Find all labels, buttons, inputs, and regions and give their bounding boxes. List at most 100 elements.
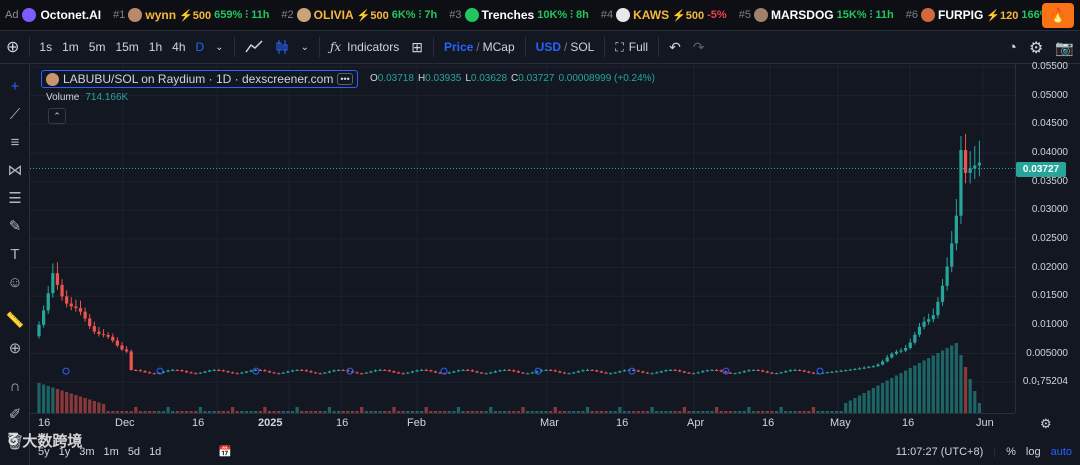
time-tick-label: Feb xyxy=(407,417,426,429)
zoom-in-icon[interactable]: ⊕ xyxy=(5,338,25,358)
candle-body xyxy=(705,370,710,372)
crosshair-icon[interactable]: + xyxy=(5,76,25,96)
candle-body xyxy=(977,162,982,166)
price-tick-label: 0.0₁75204 xyxy=(1022,376,1068,388)
settings-gear-icon[interactable]: ⚙ xyxy=(1023,31,1049,64)
candle-body xyxy=(899,350,903,352)
ticker-item[interactable]: #5 MARSDOG 15K% ⫶ 11h xyxy=(739,8,894,22)
interval-1m[interactable]: 1m xyxy=(57,31,84,64)
lock-drawings-icon[interactable]: ✐ xyxy=(5,404,25,424)
price-scale[interactable]: 0.05500 0.05000 0.04500 0.04000 0.03500 0.030… xyxy=(1015,61,1080,413)
event-marker[interactable] xyxy=(62,367,70,375)
mcap-option[interactable]: MCap xyxy=(483,40,515,54)
candle-body xyxy=(673,369,677,371)
price-tick-label: 0.05000 xyxy=(1031,89,1068,101)
candle-body xyxy=(364,372,368,374)
interval-1h[interactable]: 1h xyxy=(144,31,167,64)
volume-bar xyxy=(922,360,926,413)
event-marker[interactable] xyxy=(440,367,448,375)
redo-icon[interactable]: ↷ xyxy=(687,31,711,64)
trend-line-icon[interactable]: ⟋ xyxy=(5,104,25,124)
event-marker[interactable] xyxy=(816,367,824,375)
range-1d[interactable]: 1d xyxy=(149,446,161,458)
price-tick-label: 0.01500 xyxy=(1031,290,1068,302)
price-option[interactable]: Price xyxy=(444,40,473,54)
quick-search-icon[interactable]: ◔ xyxy=(1002,31,1023,64)
ticker-rank: #4 xyxy=(600,9,614,21)
price-mcap-toggle[interactable]: Price / MCap xyxy=(438,31,521,64)
price-tick-label: 0.05500 xyxy=(1031,61,1068,72)
auto-scale-toggle[interactable]: auto xyxy=(1051,446,1072,458)
ticker-item[interactable]: #4 KAWS ⚡500 -5% xyxy=(601,8,727,22)
volume-bar xyxy=(848,400,852,413)
usd-option[interactable]: USD xyxy=(536,40,561,54)
volume-bar xyxy=(968,379,972,413)
event-marker[interactable] xyxy=(628,367,636,375)
percent-scale-toggle[interactable]: % xyxy=(1006,446,1016,458)
ticker-rank: #5 xyxy=(738,9,751,21)
add-symbol-button[interactable]: ⊕ xyxy=(0,31,25,64)
divider xyxy=(233,37,235,57)
horizontal-lines-icon[interactable]: ≡ xyxy=(5,132,25,152)
candle-body xyxy=(240,372,244,374)
candle-body xyxy=(327,371,332,373)
chart-type-dropdown-chevron-icon[interactable]: ⌄ xyxy=(295,31,315,64)
candle-body xyxy=(341,369,345,371)
symbol-legend[interactable]: LABUBU/SOL on Raydium · 1D · dexscreener… xyxy=(41,70,358,88)
indicators-button[interactable]: ƒx Indicators xyxy=(324,31,405,64)
range-1m[interactable]: 1m xyxy=(104,446,119,458)
candle-body xyxy=(549,369,553,371)
scale-settings-gear-icon[interactable]: ⚙ xyxy=(1040,416,1052,432)
candle-body xyxy=(456,370,461,372)
interval-4h[interactable]: 4h xyxy=(167,31,190,64)
range-5d[interactable]: 5d xyxy=(128,446,140,458)
time-scale[interactable]: 16 Dec 16 2025 16 Feb Mar 16 Apr 16 May 16 Jun xyxy=(30,413,1015,433)
ticker-item[interactable]: #1 wynn ⚡500 659% ⫶ 11h xyxy=(113,8,269,22)
price-chart[interactable] xyxy=(30,64,1015,413)
log-scale-toggle[interactable]: log xyxy=(1026,446,1041,458)
interval-D[interactable]: D xyxy=(191,31,210,64)
more-options-icon[interactable]: ••• xyxy=(337,73,353,85)
ticker-item[interactable]: #2 OLIVIA ⚡500 6K% ⫶ 7h xyxy=(281,8,437,22)
goto-date-calendar-icon[interactable]: 📅 xyxy=(218,445,232,458)
text-tool-icon[interactable]: T xyxy=(5,244,25,264)
emoji-icon[interactable]: ☺ xyxy=(5,272,25,292)
candle-body xyxy=(396,372,401,374)
interval-15m[interactable]: 15m xyxy=(110,31,143,64)
magnet-icon[interactable]: ∩ xyxy=(5,376,25,396)
token-avatar-icon xyxy=(616,8,631,22)
ticker-item[interactable]: #3 Trenches 10K% ⫶ 8h xyxy=(449,8,589,22)
ruler-icon[interactable]: 📏 xyxy=(5,310,25,330)
chart-type-candles-icon[interactable] xyxy=(269,31,295,64)
candle-body xyxy=(581,370,585,372)
interval-dropdown-chevron-icon[interactable]: ⌄ xyxy=(209,31,229,64)
candle-body xyxy=(175,369,179,371)
clock-time[interactable]: 11:07:27 (UTC+8) xyxy=(896,446,984,458)
undo-icon[interactable]: ↶ xyxy=(663,31,687,64)
candle-body xyxy=(784,371,788,373)
candle-body xyxy=(83,311,87,319)
candle-body xyxy=(950,243,954,267)
candle-body xyxy=(502,369,507,371)
interval-1s[interactable]: 1s xyxy=(34,31,57,64)
volume-bar xyxy=(60,390,64,413)
currency-toggle[interactable]: USD / SOL xyxy=(530,31,601,64)
pattern-icon[interactable]: ⋈ xyxy=(5,160,25,180)
camera-icon[interactable]: 📷 xyxy=(1049,31,1080,64)
collapse-legend-chevron-up-icon[interactable]: ⌃ xyxy=(48,108,66,124)
token-avatar-icon xyxy=(464,8,479,22)
candlestick-chart[interactable] xyxy=(30,64,1015,413)
candle-body xyxy=(733,373,737,375)
fullscreen-button[interactable]: ⛶ Full xyxy=(609,31,654,64)
fire-icon[interactable]: 🔥 xyxy=(1042,3,1074,28)
sponsor-link[interactable]: Octonet.AI xyxy=(22,8,101,22)
brush-icon[interactable]: ✎ xyxy=(5,216,25,236)
layouts-grid-icon[interactable]: ⊞ xyxy=(405,31,429,64)
chart-type-line-icon[interactable] xyxy=(239,31,269,64)
sol-option[interactable]: SOL xyxy=(570,40,594,54)
fib-retracement-icon[interactable]: ☰ xyxy=(5,188,25,208)
ticker-token-name: MARSDOG xyxy=(770,8,834,22)
interval-5m[interactable]: 5m xyxy=(84,31,111,64)
ticker-item[interactable]: #6 FURPIG ⚡120 166% xyxy=(906,8,1050,22)
candle-body xyxy=(489,372,493,374)
